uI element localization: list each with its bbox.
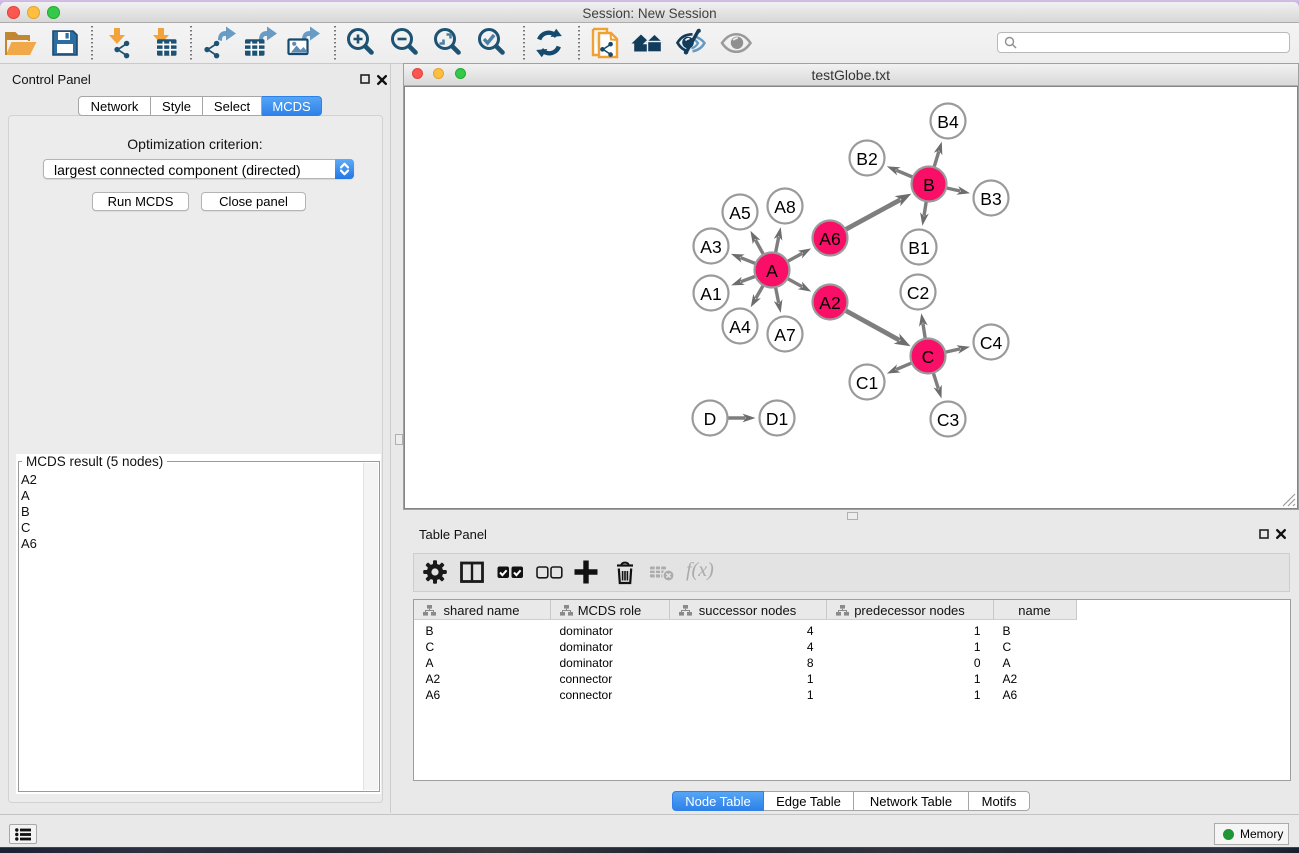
svg-text:D1: D1: [765, 409, 787, 429]
svg-text:B: B: [923, 175, 935, 195]
svg-text:A: A: [766, 261, 778, 281]
svg-text:A6: A6: [819, 229, 840, 249]
svg-text:A2: A2: [819, 293, 840, 313]
svg-text:C4: C4: [979, 333, 1002, 353]
svg-text:B2: B2: [856, 149, 877, 169]
svg-text:C: C: [921, 347, 934, 367]
svg-text:B4: B4: [937, 112, 959, 132]
svg-text:D: D: [703, 409, 716, 429]
svg-text:C2: C2: [906, 283, 928, 303]
svg-text:B3: B3: [980, 189, 1001, 209]
svg-text:A4: A4: [729, 317, 751, 337]
svg-text:A1: A1: [700, 284, 721, 304]
svg-text:C3: C3: [936, 410, 958, 430]
svg-text:A5: A5: [729, 203, 750, 223]
svg-text:B1: B1: [908, 238, 929, 258]
svg-text:A8: A8: [774, 197, 795, 217]
svg-text:A3: A3: [700, 237, 721, 257]
svg-text:C1: C1: [855, 373, 877, 393]
svg-text:A7: A7: [774, 325, 795, 345]
